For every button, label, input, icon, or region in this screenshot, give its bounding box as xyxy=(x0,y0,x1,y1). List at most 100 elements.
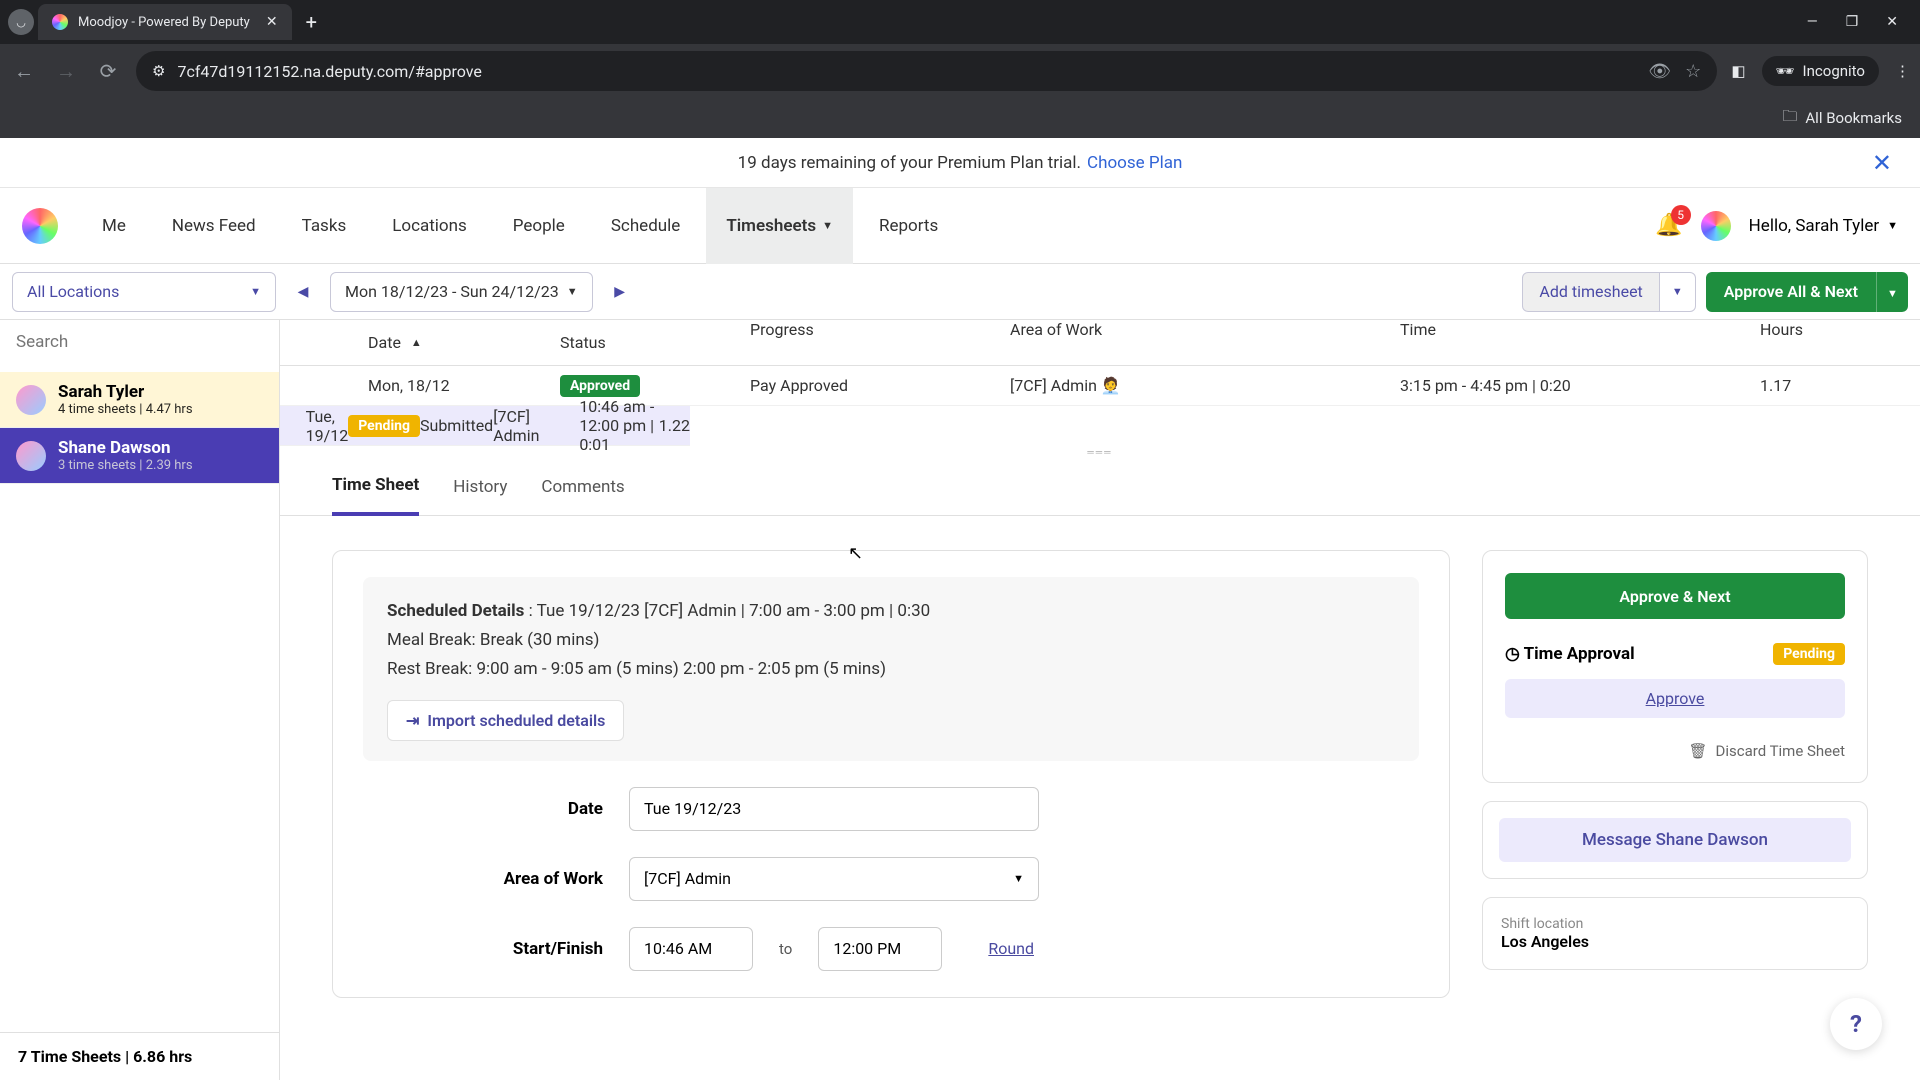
shift-location-label: Shift location xyxy=(1501,916,1849,932)
trash-icon: 🗑 xyxy=(1688,742,1707,760)
side-panel-icon[interactable]: ◧ xyxy=(1731,62,1745,80)
area-label: Area of Work xyxy=(363,869,603,889)
choose-plan-link[interactable]: Choose Plan xyxy=(1087,153,1182,173)
discard-button[interactable]: 🗑 Discard Time Sheet xyxy=(1505,742,1845,760)
chevron-down-icon: ▼ xyxy=(1672,285,1683,298)
nav-news-feed[interactable]: News Feed xyxy=(152,188,276,264)
tab-comments[interactable]: Comments xyxy=(541,458,624,516)
shift-location-card: Shift location Los Angeles xyxy=(1482,897,1868,970)
app-logo-icon[interactable] xyxy=(22,208,58,244)
back-icon[interactable]: ← xyxy=(10,59,38,84)
nav-schedule[interactable]: Schedule xyxy=(591,188,700,264)
col-progress[interactable]: Progress xyxy=(750,320,1010,365)
area-value: [7CF] Admin xyxy=(644,869,731,888)
incognito-icon: 🕶 xyxy=(1776,62,1795,80)
nav-locations[interactable]: Locations xyxy=(372,188,487,264)
finish-time-input[interactable] xyxy=(818,927,942,971)
cell-date: Mon, 18/12 xyxy=(360,376,560,395)
sidebar-summary: 7 Time Sheets | 6.86 hrs xyxy=(0,1032,279,1080)
address-bar[interactable]: ⚙ 7cf47d19112152.na.deputy.com/#approve … xyxy=(136,51,1717,91)
approve-button[interactable]: Approve xyxy=(1505,679,1845,718)
top-nav: Me News Feed Tasks Locations People Sche… xyxy=(0,188,1920,264)
add-timesheet-menu[interactable]: ▼ xyxy=(1660,272,1696,312)
area-select[interactable]: [7CF] Admin ▼ xyxy=(629,857,1039,901)
nav-reports[interactable]: Reports xyxy=(859,188,958,264)
message-employee-button[interactable]: Message Shane Dawson xyxy=(1499,818,1851,862)
col-time[interactable]: Time xyxy=(1400,320,1760,365)
avatar-icon xyxy=(16,385,46,415)
timesheet-row[interactable]: Mon, 18/12 Approved Pay Approved [7CF] A… xyxy=(280,366,1920,406)
help-fab-button[interactable]: ? xyxy=(1830,998,1882,1050)
site-settings-icon[interactable]: ⚙ xyxy=(152,62,165,80)
status-badge: Approved xyxy=(560,375,640,397)
user-avatar-icon[interactable] xyxy=(1701,211,1731,241)
col-hours[interactable]: Hours xyxy=(1760,320,1880,365)
col-status[interactable]: Status xyxy=(560,320,750,365)
maximize-icon[interactable]: ❐ xyxy=(1846,14,1859,30)
prev-week-button[interactable]: ◀ xyxy=(286,272,320,312)
cell-hours: 1.17 xyxy=(1760,376,1880,395)
minimize-icon[interactable]: — xyxy=(1807,14,1818,30)
browser-tab[interactable]: Moodjoy - Powered By Deputy ✕ xyxy=(38,4,292,40)
approval-status-badge: Pending xyxy=(1773,643,1845,665)
all-bookmarks-button[interactable]: All Bookmarks xyxy=(1805,109,1902,127)
employee-item[interactable]: Sarah Tyler 4 time sheets | 4.47 hrs xyxy=(0,372,279,428)
chevron-down-icon: ▼ xyxy=(250,285,261,298)
chevron-down-icon: ▼ xyxy=(1887,219,1898,232)
start-time-input[interactable] xyxy=(629,927,753,971)
tracking-icon[interactable]: 👁 xyxy=(1648,61,1671,82)
add-timesheet-button[interactable]: Add timesheet xyxy=(1522,272,1659,312)
banner-text: 19 days remaining of your Premium Plan t… xyxy=(738,153,1081,173)
reload-icon[interactable]: ⟳ xyxy=(94,59,122,83)
sched-label: Scheduled Details xyxy=(387,601,524,621)
close-tab-icon[interactable]: ✕ xyxy=(266,14,278,30)
cell-area: [7CF] Admin xyxy=(493,407,579,445)
sched-line2: Meal Break: Break (30 mins) xyxy=(387,626,1395,655)
notifications-button[interactable]: 🔔 5 xyxy=(1655,213,1682,238)
url-text: 7cf47d19112152.na.deputy.com/#approve xyxy=(177,62,481,81)
tab-history[interactable]: History xyxy=(453,458,507,516)
incognito-pill[interactable]: 🕶 Incognito xyxy=(1762,56,1880,86)
next-week-button[interactable]: ▶ xyxy=(603,272,637,312)
bookmark-star-icon[interactable]: ☆ xyxy=(1685,61,1701,82)
date-range-picker[interactable]: Mon 18/12/23 - Sun 24/12/23 ▼ xyxy=(330,272,593,312)
approve-all-menu[interactable]: ▼ xyxy=(1876,272,1908,312)
browser-menu-icon[interactable]: ⋮ xyxy=(1895,62,1910,80)
col-date[interactable]: Date▲ xyxy=(360,320,560,365)
trial-banner: 19 days remaining of your Premium Plan t… xyxy=(0,138,1920,188)
sched-line3: Rest Break: 9:00 am - 9:05 am (5 mins) 2… xyxy=(387,655,1395,684)
greeting-text: Hello, Sarah Tyler xyxy=(1749,216,1879,236)
sort-asc-icon: ▲ xyxy=(411,336,422,349)
import-scheduled-button[interactable]: ⇥ Import scheduled details xyxy=(387,700,624,741)
nav-me[interactable]: Me xyxy=(82,188,146,264)
favicon-icon xyxy=(52,14,68,30)
approve-next-button[interactable]: Approve & Next xyxy=(1505,573,1845,619)
timesheet-row[interactable]: Tue, 19/12 Pending Submitted [7CF] Admin… xyxy=(280,406,690,446)
status-badge: Pending xyxy=(348,415,420,437)
nav-tasks[interactable]: Tasks xyxy=(282,188,367,264)
employee-item[interactable]: Shane Dawson 3 time sheets | 2.39 hrs xyxy=(0,428,279,484)
help-icon: ? xyxy=(1850,1010,1862,1038)
to-label: to xyxy=(779,940,792,958)
message-card: Message Shane Dawson xyxy=(1482,801,1868,879)
tab-title: Moodjoy - Powered By Deputy xyxy=(78,15,250,30)
scheduled-details-box: Scheduled Details : Tue 19/12/23 [7CF] A… xyxy=(363,577,1419,761)
tab-timesheet[interactable]: Time Sheet xyxy=(332,458,419,516)
approve-all-button[interactable]: Approve All & Next xyxy=(1706,272,1876,312)
location-filter[interactable]: All Locations ▼ xyxy=(12,272,276,312)
date-label: Date xyxy=(363,799,603,819)
chevron-down-icon: ▼ xyxy=(1887,287,1898,300)
chevron-down-icon: ▼ xyxy=(822,219,833,232)
employee-meta: 3 time sheets | 2.39 hrs xyxy=(58,458,193,473)
date-input[interactable] xyxy=(629,787,1039,831)
nav-timesheets[interactable]: Timesheets▼ xyxy=(706,188,853,264)
close-window-icon[interactable]: ✕ xyxy=(1886,14,1898,30)
close-banner-icon[interactable]: ✕ xyxy=(1872,149,1892,177)
round-link[interactable]: Round xyxy=(988,939,1034,958)
user-menu[interactable]: Hello, Sarah Tyler ▼ xyxy=(1749,216,1898,236)
col-area[interactable]: Area of Work xyxy=(1010,320,1400,365)
nav-people[interactable]: People xyxy=(493,188,585,264)
resize-handle[interactable]: ═══ xyxy=(280,446,1920,458)
search-input[interactable] xyxy=(16,332,263,352)
new-tab-button[interactable]: + xyxy=(296,10,327,34)
